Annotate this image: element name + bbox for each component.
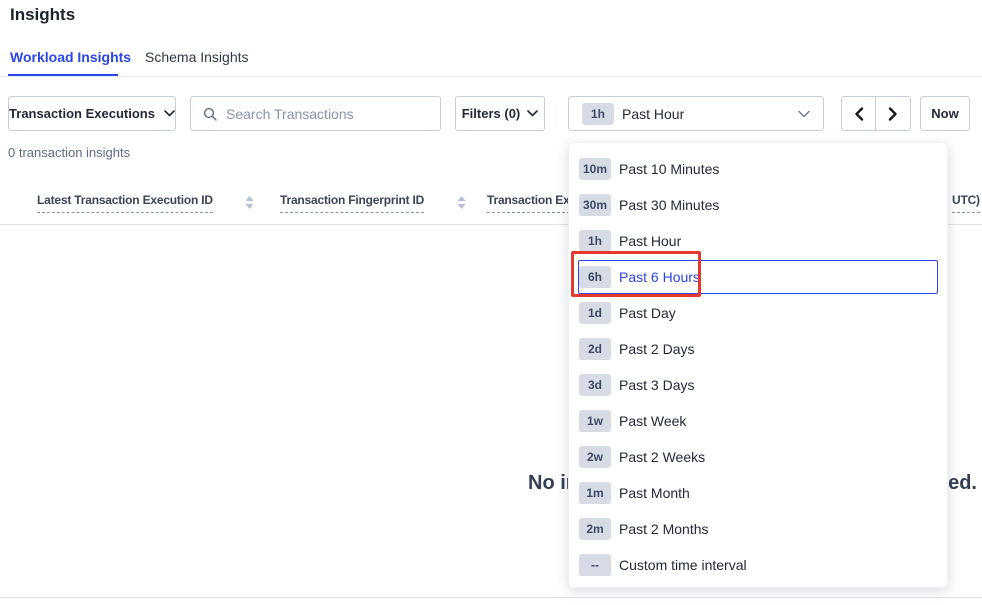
page-title: Insights [10,5,75,25]
time-range-prev-button[interactable] [841,96,877,131]
table-bottom-divider [0,597,982,598]
insights-page: Insights Workload Insights Schema Insigh… [0,0,982,605]
time-option-past-2-months[interactable]: 2m Past 2 Months [569,511,947,547]
time-option-past-10-minutes[interactable]: 10m Past 10 Minutes [569,151,947,187]
filters-dropdown[interactable]: Filters (0) [455,96,545,131]
chevron-down-icon [798,110,810,118]
column-header-transaction-execution-truncated[interactable]: Transaction Ex [487,193,570,213]
insights-count: 0 transaction insights [8,145,130,160]
search-icon [203,107,217,121]
tab-workload-insights[interactable]: Workload Insights [10,49,131,65]
chevron-down-icon [527,110,538,117]
sort-icon[interactable] [245,196,254,214]
time-option-past-month[interactable]: 1m Past Month [569,475,947,511]
time-option-past-day[interactable]: 1d Past Day [569,295,947,331]
time-option-past-3-days[interactable]: 3d Past 3 Days [569,367,947,403]
search-box[interactable] [190,96,441,131]
time-range-dropdown-menu: 10m Past 10 Minutes 30m Past 30 Minutes … [568,142,948,588]
time-range-selector[interactable]: 1h Past Hour [568,96,824,131]
time-range-label: Past Hour [622,106,684,122]
sort-icon[interactable] [457,196,466,214]
search-input[interactable] [226,106,428,122]
now-button[interactable]: Now [920,96,970,131]
column-header-transaction-fingerprint-id[interactable]: Transaction Fingerprint ID [280,193,424,213]
time-range-badge: 1h [582,103,614,125]
tab-schema-insights[interactable]: Schema Insights [145,49,249,65]
chevron-down-icon [164,110,175,117]
time-option-custom-time-interval[interactable]: -- Custom time interval [569,547,947,583]
tab-divider [0,76,982,77]
time-range-next-button[interactable] [875,96,911,131]
column-header-utc-truncated[interactable]: UTC) [952,193,980,213]
chevron-left-icon [854,107,864,121]
transaction-type-label: Transaction Executions [9,106,155,121]
time-option-past-6-hours[interactable]: 6h Past 6 Hours [569,259,947,295]
chevron-right-icon [888,107,898,121]
now-button-label: Now [931,106,958,121]
time-option-past-2-weeks[interactable]: 2w Past 2 Weeks [569,439,947,475]
time-option-past-hour[interactable]: 1h Past Hour [569,223,947,259]
transaction-type-dropdown[interactable]: Transaction Executions [8,96,176,131]
column-header-latest-transaction-execution-id[interactable]: Latest Transaction Execution ID [37,193,213,213]
time-option-past-30-minutes[interactable]: 30m Past 30 Minutes [569,187,947,223]
time-option-past-2-days[interactable]: 2d Past 2 Days [569,331,947,367]
time-option-past-week[interactable]: 1w Past Week [569,403,947,439]
filters-label: Filters (0) [462,106,521,121]
